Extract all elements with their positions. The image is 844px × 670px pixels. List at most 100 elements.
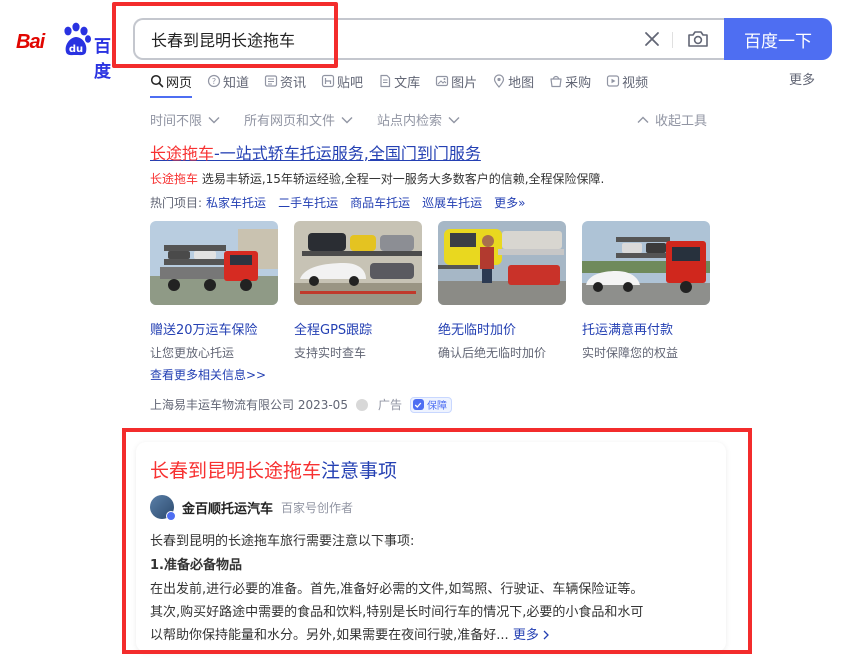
- filter-site[interactable]: 站点内检索: [377, 110, 460, 129]
- filter-time[interactable]: 时间不限: [150, 110, 220, 129]
- search-divider: [672, 32, 673, 48]
- tab-news[interactable]: 资讯: [264, 70, 306, 92]
- article-line-2: 1.准备必备物品: [150, 558, 242, 573]
- car-carrier-photo: [294, 221, 422, 305]
- ad-description: 长途拖车 选易丰轿运,15年轿运经验,全程一对一服务大多数客户的信赖,全程保险保…: [150, 170, 604, 187]
- chevron-down-icon: [208, 116, 220, 123]
- ad-card-title: 赠送20万运车保险: [150, 323, 258, 338]
- tab-label: 知道: [223, 75, 250, 91]
- filter-filetype[interactable]: 所有网页和文件: [244, 110, 353, 129]
- article-title-rest: 注意事项: [321, 460, 398, 482]
- car-carrier-photo: [150, 221, 278, 305]
- article-line-1: 长春到昆明的长途拖车旅行需要注意以下事项:: [150, 534, 415, 549]
- article-line-3: 在出发前,进行必要的准备。首先,准备好必需的文件,如驾照、行驶证、车辆保险证等。: [150, 582, 644, 597]
- filter-label: 时间不限: [150, 114, 203, 129]
- verified-icon: [166, 511, 176, 521]
- tab-label: 资讯: [280, 75, 307, 91]
- close-icon[interactable]: [643, 30, 661, 48]
- guarantee-badge[interactable]: 保障: [409, 396, 452, 413]
- article-more-label: 更多: [512, 628, 539, 643]
- tab-label: 图片: [451, 75, 478, 91]
- question-icon: ?: [207, 74, 221, 88]
- car-carrier-photo: [438, 221, 566, 305]
- ad-card-subtitle: 实时保障您的权益: [582, 346, 679, 360]
- tab-label: 贴吧: [337, 75, 364, 91]
- ad-source-text: 上海易丰运车物流有限公司 2023-05: [150, 398, 348, 412]
- ad-desc-rest: 选易丰轿运,15年轿运经验,全程一对一服务大多数客户的信赖,全程保险保障.: [198, 172, 605, 186]
- shop-icon: [550, 75, 562, 88]
- map-pin-icon: [493, 74, 505, 88]
- article-more-link[interactable]: 更多: [513, 628, 550, 643]
- ad-result-title[interactable]: 长途拖车-一站式轿车托运服务,全国门到门服务: [150, 140, 481, 164]
- logo-text-bai: Bai: [16, 31, 45, 53]
- more-info-link[interactable]: 查看更多相关信息>>: [150, 366, 266, 383]
- tab-map[interactable]: 地图: [492, 70, 534, 92]
- ad-options-icon[interactable]: [355, 398, 368, 411]
- ad-card-subtitle: 支持实时查车: [294, 346, 367, 360]
- ad-card-title: 全程GPS跟踪: [294, 323, 373, 338]
- collapse-tools-label: 收起工具: [655, 114, 708, 129]
- guarantee-badge-label: 保障: [426, 401, 447, 412]
- tab-video[interactable]: 视频: [606, 70, 648, 92]
- tab-zhidao[interactable]: ? 知道: [207, 70, 249, 92]
- author-name[interactable]: 金百顺托运汽车: [182, 498, 273, 517]
- tab-tieba[interactable]: 贴吧: [321, 70, 363, 92]
- hot-link-used-car[interactable]: 二手车托运: [278, 194, 338, 211]
- article-title[interactable]: 长春到昆明长途拖车注意事项: [150, 456, 397, 483]
- ad-title-rest: -一站式轿车托运服务,全国门到门服务: [214, 144, 481, 163]
- article-line-4: 其次,购买好路途中需要的食品和饮料,特别是长时间行车的情况下,必要的小食品和水可: [150, 605, 644, 620]
- filter-label: 所有网页和文件: [244, 114, 336, 129]
- search-button[interactable]: 百度一下: [724, 18, 832, 60]
- tab-wenku[interactable]: 文库: [378, 70, 420, 92]
- avatar[interactable]: [150, 495, 176, 521]
- ad-source-row: 上海易丰运车物流有限公司 2023-05 广告 保障: [150, 396, 452, 413]
- hot-projects: 热门项目: 私家车托运 二手车托运 商品车托运 巡展车托运 更多»: [150, 194, 537, 211]
- article-line-5-row: 以帮助你保持能量和水分。另外,如果需要在夜间行驶,准备好... 更多: [150, 624, 550, 643]
- hot-link-exhibition-car[interactable]: 巡展车托运: [422, 194, 482, 211]
- camera-icon[interactable]: [687, 29, 709, 49]
- ad-card-subtitle: 让您更放心托运: [150, 346, 235, 360]
- tab-purchase[interactable]: 采购: [549, 70, 591, 92]
- ad-card-no-extra-fee[interactable]: 绝无临时加价 确认后绝无临时加价: [438, 221, 566, 361]
- image-icon: [435, 75, 449, 87]
- doc-icon: [380, 74, 391, 88]
- baidu-logo[interactable]: Bai du 百度: [14, 22, 120, 82]
- search-input[interactable]: [151, 29, 631, 48]
- article-line-5: 以帮助你保持能量和水分。另外,如果需要在夜间行驶,准备好...: [150, 628, 509, 643]
- ad-cards: 赠送20万运车保险 让您更放心托运 全程GPS跟踪 支持实时查车 绝无临时加价 …: [150, 221, 726, 361]
- search-filters: 时间不限 所有网页和文件 站点内检索: [150, 110, 484, 129]
- tab-images[interactable]: 图片: [435, 70, 477, 92]
- ad-card-insurance[interactable]: 赠送20万运车保险 让您更放心托运: [150, 221, 278, 361]
- logo-text-baidu: 百度: [94, 37, 111, 82]
- svg-text:?: ?: [212, 77, 216, 86]
- tab-label: 采购: [565, 75, 592, 91]
- check-icon: [412, 399, 424, 410]
- tab-label: 网页: [166, 75, 193, 91]
- collapse-tools-button[interactable]: 收起工具: [637, 110, 707, 129]
- tab-web[interactable]: 网页: [150, 70, 193, 98]
- tieba-icon: [321, 74, 335, 88]
- hot-link-more[interactable]: 更多»: [494, 194, 525, 211]
- author-role: 百家号创作者: [281, 500, 354, 515]
- ad-card-subtitle: 确认后绝无临时加价: [438, 346, 547, 360]
- ad-card-title: 绝无临时加价: [438, 323, 517, 338]
- tab-label: 视频: [622, 75, 649, 91]
- tab-more[interactable]: 更多: [789, 70, 815, 92]
- search-icon: [150, 74, 164, 88]
- video-icon: [607, 75, 620, 87]
- hot-link-private-car[interactable]: 私家车托运: [206, 194, 266, 211]
- ad-tag: 广告: [377, 398, 402, 412]
- svg-text:du: du: [69, 44, 83, 55]
- ad-title-highlight: 长途拖车: [150, 144, 215, 163]
- ad-card-gps[interactable]: 全程GPS跟踪 支持实时查车: [294, 221, 422, 361]
- search-box: [133, 18, 726, 60]
- ad-card-pay-after[interactable]: 托运满意再付款 实时保障您的权益: [582, 221, 710, 361]
- chevron-up-icon: [637, 116, 649, 123]
- hot-link-commercial-car[interactable]: 商品车托运: [350, 194, 410, 211]
- news-icon: [264, 75, 278, 87]
- ad-desc-highlight: 长途拖车: [150, 172, 199, 186]
- search-bar: 百度一下: [133, 18, 844, 60]
- hot-projects-label: 热门项目:: [150, 196, 203, 210]
- tab-label: 地图: [508, 75, 535, 91]
- ad-card-title: 托运满意再付款: [582, 323, 674, 338]
